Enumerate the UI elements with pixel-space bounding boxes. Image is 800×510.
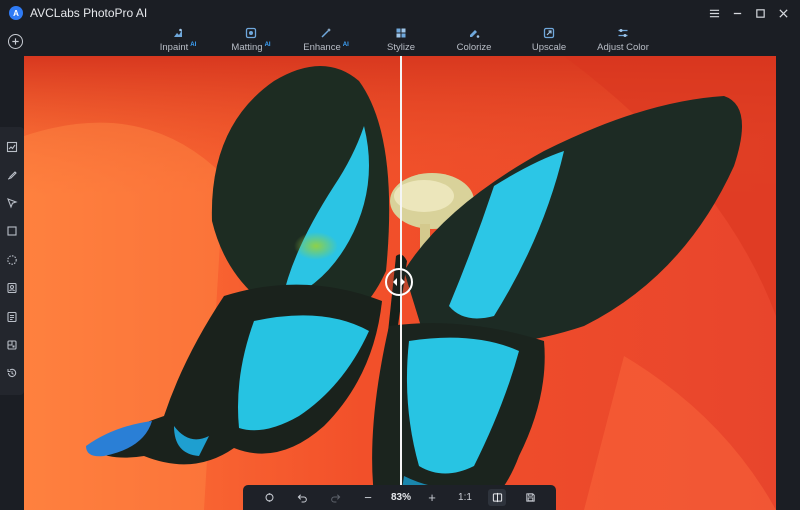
- document-icon[interactable]: [5, 310, 19, 324]
- tab-enhance[interactable]: Enhance AI: [303, 26, 349, 56]
- ai-badge: AI: [342, 42, 349, 48]
- tab-label: Upscale: [531, 42, 567, 53]
- upscale-icon: [543, 27, 555, 39]
- reset-icon[interactable]: [261, 485, 277, 510]
- stylize-icon: [396, 28, 406, 38]
- tab-label: Enhance: [303, 42, 341, 53]
- tab-inpaint[interactable]: Inpaint AI: [158, 26, 198, 56]
- app-logo: A: [9, 6, 23, 20]
- actual-size-button[interactable]: 1:1: [454, 485, 476, 510]
- minimize-icon[interactable]: [726, 2, 748, 24]
- rectangle-select-icon[interactable]: [5, 224, 19, 238]
- app-title: AVCLabs PhotoPro AI: [30, 6, 148, 20]
- ellipse-select-icon[interactable]: [5, 253, 19, 267]
- plus-icon: [12, 38, 19, 45]
- tab-stylize[interactable]: Stylize: [386, 26, 416, 56]
- layers-icon[interactable]: [5, 338, 19, 352]
- tab-label: Inpaint: [159, 42, 189, 53]
- save-icon[interactable]: [522, 485, 538, 510]
- tab-label: Colorize: [456, 42, 492, 53]
- close-icon[interactable]: [772, 2, 794, 24]
- add-image-button[interactable]: [8, 34, 23, 49]
- tab-upscale[interactable]: Upscale: [532, 26, 566, 56]
- logo-letter: A: [13, 8, 19, 18]
- undo-icon[interactable]: [294, 485, 310, 510]
- select-pointer-icon[interactable]: [5, 196, 19, 210]
- zoom-level: 83%: [390, 492, 411, 503]
- ai-badge: AI: [190, 42, 197, 48]
- ai-badge: AI: [264, 42, 271, 48]
- tab-label: Stylize: [387, 42, 415, 53]
- menu-icon[interactable]: [703, 2, 725, 24]
- tab-colorize[interactable]: Colorize: [457, 26, 491, 56]
- left-toolbox: [0, 127, 24, 395]
- adjust-color-icon: [618, 29, 628, 37]
- title-bar: A AVCLabs PhotoPro AI: [0, 0, 800, 26]
- compare-slider-handle[interactable]: [385, 268, 413, 296]
- bottom-toolbar: − 83% + 1:1: [243, 485, 556, 510]
- zoom-in-button[interactable]: +: [425, 485, 439, 510]
- maximize-icon[interactable]: [749, 2, 771, 24]
- brush-icon[interactable]: [5, 168, 19, 182]
- colorize-icon: [470, 30, 480, 38]
- tab-adjust-color[interactable]: Adjust Color: [597, 26, 649, 56]
- history-icon[interactable]: [5, 366, 19, 380]
- right-rail: [776, 56, 800, 510]
- inpaint-icon: [174, 28, 182, 37]
- enhance-icon: [321, 28, 331, 38]
- redo-icon[interactable]: [327, 485, 343, 510]
- tab-label: Matting: [231, 42, 263, 53]
- window-controls: [702, 0, 794, 26]
- zoom-out-button[interactable]: −: [361, 485, 375, 510]
- tab-label: Adjust Color: [597, 42, 649, 53]
- image-adjust-icon[interactable]: [5, 140, 19, 154]
- tool-tabs-bar: Inpaint AI Matting AI Enhance AI Stylize Co…: [0, 26, 800, 56]
- compare-view-icon[interactable]: [488, 489, 506, 506]
- portrait-icon[interactable]: [5, 281, 19, 295]
- left-right-arrows-icon: [393, 278, 405, 286]
- matting-icon: [245, 27, 257, 39]
- tab-matting[interactable]: Matting AI: [230, 26, 272, 56]
